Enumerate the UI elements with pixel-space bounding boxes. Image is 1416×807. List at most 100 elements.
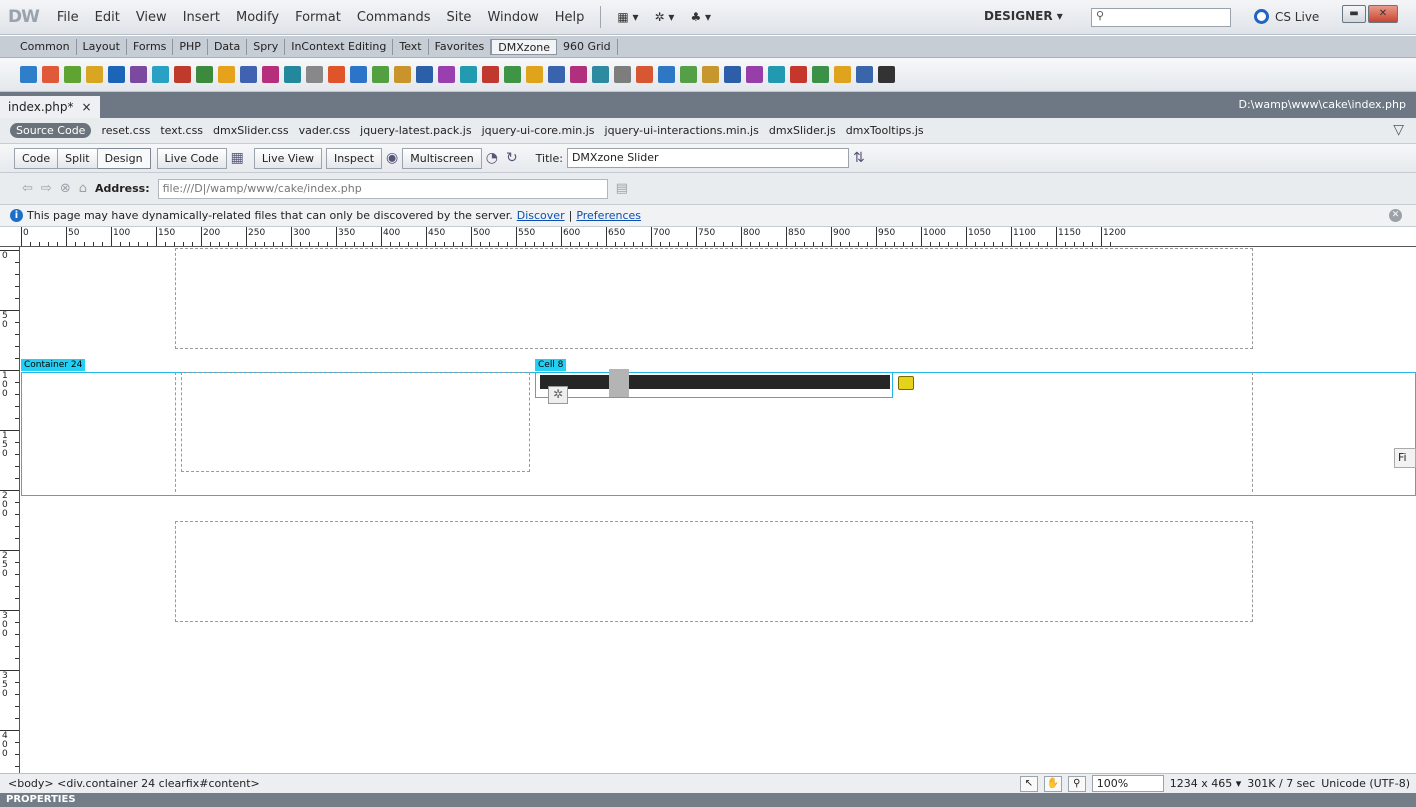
insert-tool-icon[interactable]	[768, 66, 785, 83]
related-file[interactable]: jquery-ui-core.min.js	[482, 124, 595, 137]
related-file[interactable]: dmxSlider.css	[213, 124, 289, 137]
cs-live-button[interactable]: CS Live	[1254, 9, 1319, 24]
insert-tool-icon[interactable]	[152, 66, 169, 83]
cell-8-label[interactable]: Cell 8	[535, 359, 567, 371]
insert-tab-dmxzone[interactable]: DMXzone	[491, 38, 558, 55]
minimize-button[interactable]: ▬	[1342, 5, 1366, 23]
side-panel-hint[interactable]: Fi	[1394, 448, 1416, 468]
insert-tab-layout[interactable]: Layout	[77, 38, 127, 55]
insert-tool-icon[interactable]	[306, 66, 323, 83]
insert-tool-icon[interactable]	[372, 66, 389, 83]
browse-options-icon[interactable]: ▤	[616, 181, 628, 196]
related-file[interactable]: vader.css	[299, 124, 351, 137]
insert-tool-icon[interactable]	[570, 66, 587, 83]
zoom-tool-icon[interactable]: ⚲	[1067, 775, 1086, 792]
insert-tool-icon[interactable]	[130, 66, 147, 83]
insert-tab-text[interactable]: Text	[393, 38, 429, 55]
close-info-icon[interactable]: ✕	[1389, 209, 1402, 222]
menu-modify[interactable]: Modify	[228, 10, 287, 25]
close-tab-icon[interactable]: ×	[81, 96, 91, 118]
insert-tool-icon[interactable]	[614, 66, 631, 83]
workspace-switcher[interactable]: DESIGNER ▾	[984, 9, 1063, 23]
related-file-source-code[interactable]: Source Code	[10, 123, 92, 138]
menu-commands[interactable]: Commands	[349, 10, 439, 25]
insert-tool-icon[interactable]	[702, 66, 719, 83]
related-file[interactable]: jquery-ui-interactions.min.js	[605, 124, 759, 137]
preview-browser-icon[interactable]: ◉	[386, 150, 398, 166]
menu-insert[interactable]: Insert	[175, 10, 228, 25]
close-window-button[interactable]: ✕	[1368, 5, 1398, 23]
window-size[interactable]: 1234 x 465 ▾	[1170, 777, 1242, 790]
insert-tool-icon[interactable]	[548, 66, 565, 83]
related-file[interactable]: dmxTooltips.js	[846, 124, 924, 137]
slider-settings-icon[interactable]: ✲	[548, 386, 568, 404]
insert-tab-incontext[interactable]: InContext Editing	[285, 38, 394, 55]
insert-tab-spry[interactable]: Spry	[247, 38, 286, 55]
split-view-button[interactable]: Split	[58, 147, 98, 169]
menu-view[interactable]: View	[128, 10, 175, 25]
menu-help[interactable]: Help	[547, 10, 593, 25]
live-code-button[interactable]: Live Code	[156, 147, 227, 169]
visual-aids-icon[interactable]: ◔	[486, 150, 498, 166]
home-icon[interactable]: ⌂	[79, 181, 87, 196]
menu-file[interactable]: File	[49, 10, 87, 25]
menu-site[interactable]: Site	[438, 10, 479, 25]
insert-tool-icon[interactable]	[350, 66, 367, 83]
back-icon[interactable]: ⇦	[22, 181, 33, 196]
insert-tool-icon[interactable]	[262, 66, 279, 83]
document-tab[interactable]: index.php* ×	[0, 96, 100, 118]
multiscreen-button[interactable]: Multiscreen	[402, 147, 482, 169]
insert-tool-icon[interactable]	[416, 66, 433, 83]
insert-tool-icon[interactable]	[438, 66, 455, 83]
menu-window[interactable]: Window	[479, 10, 546, 25]
insert-tool-icon[interactable]	[196, 66, 213, 83]
filter-funnel-icon[interactable]: ▽	[1393, 122, 1404, 138]
insert-tab-data[interactable]: Data	[208, 38, 248, 55]
live-view-button[interactable]: Live View	[253, 147, 322, 169]
insert-tool-icon[interactable]	[856, 66, 873, 83]
insert-tab-forms[interactable]: Forms	[127, 38, 174, 55]
discover-link[interactable]: Discover	[517, 209, 565, 222]
insert-tool-icon[interactable]	[108, 66, 125, 83]
slider-handle[interactable]	[609, 369, 630, 397]
insert-tool-icon[interactable]	[174, 66, 191, 83]
insert-tool-icon[interactable]	[328, 66, 345, 83]
code-view-button[interactable]: Code	[14, 147, 59, 169]
select-tool-icon[interactable]: ↖	[1019, 775, 1038, 792]
insert-tool-icon[interactable]	[64, 66, 81, 83]
insert-tool-icon[interactable]	[878, 66, 895, 83]
address-input[interactable]: file:///D|/wamp/www/cake/index.php	[157, 178, 608, 199]
insert-tool-icon[interactable]	[724, 66, 741, 83]
insert-tool-icon[interactable]	[790, 66, 807, 83]
related-file[interactable]: reset.css	[101, 124, 150, 137]
check-browser-icon[interactable]: ▦	[231, 150, 244, 166]
insert-tool-icon[interactable]	[834, 66, 851, 83]
extend-menu-icon[interactable]: ✲ ▾	[647, 10, 683, 24]
insert-tool-icon[interactable]	[218, 66, 235, 83]
insert-tool-icon[interactable]	[746, 66, 763, 83]
insert-tool-icon[interactable]	[86, 66, 103, 83]
tag-selector[interactable]: <body> <div.container 24 clearfix#conten…	[8, 777, 260, 790]
forward-icon[interactable]: ⇨	[41, 181, 52, 196]
insert-tool-icon[interactable]	[504, 66, 521, 83]
insert-tool-icon[interactable]	[20, 66, 37, 83]
slider-track[interactable]	[540, 375, 890, 389]
page-title-input[interactable]: DMXzone Slider	[566, 148, 849, 168]
related-file[interactable]: dmxSlider.js	[769, 124, 836, 137]
insert-tool-icon[interactable]	[526, 66, 543, 83]
inspect-button[interactable]: Inspect	[325, 147, 383, 169]
insert-tab-common[interactable]: Common	[14, 38, 77, 55]
related-file[interactable]: text.css	[160, 124, 203, 137]
refresh-icon[interactable]: ↻	[506, 150, 518, 166]
hand-tool-icon[interactable]: ✋	[1043, 775, 1062, 792]
container-24-label[interactable]: Container 24	[21, 359, 86, 371]
insert-tool-icon[interactable]	[592, 66, 609, 83]
file-management-icon[interactable]: ⇅	[853, 150, 865, 166]
insert-tool-icon[interactable]	[812, 66, 829, 83]
insert-tool-icon[interactable]	[460, 66, 477, 83]
help-search-input[interactable]: ⚲	[1091, 8, 1231, 27]
dmx-behavior-icon[interactable]	[898, 376, 914, 390]
site-menu-icon[interactable]: ♣ ▾	[682, 10, 719, 24]
menu-edit[interactable]: Edit	[87, 10, 128, 25]
related-file[interactable]: jquery-latest.pack.js	[360, 124, 471, 137]
